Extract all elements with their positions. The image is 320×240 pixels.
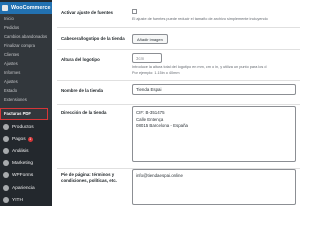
nombre-label: Nombre de la tienda bbox=[61, 88, 103, 93]
woocommerce-icon bbox=[2, 5, 8, 11]
pie-label-line-1: Pie de página: términos y bbox=[61, 172, 115, 177]
fuentes-description: El ajuste de fuentes puede reducir el ta… bbox=[132, 17, 268, 21]
altura-description-1: Introduce la altura total del logotipo e… bbox=[132, 65, 267, 69]
pie-label-line-2: condiciones, políticas, etc. bbox=[61, 178, 117, 183]
submenu-item-finalizar-compra[interactable]: Finalizar compra bbox=[4, 43, 35, 48]
pie-text: info@tiendaespai.online bbox=[136, 173, 183, 178]
divider bbox=[57, 27, 300, 28]
submenu-item-clientes[interactable]: Clientes bbox=[4, 52, 19, 57]
menu-label: WPForms bbox=[12, 172, 34, 178]
settings-content: Activar ajuste de fuentes El ajuste de f… bbox=[52, 0, 300, 206]
submenu-item-ajustes-1[interactable]: Ajustes bbox=[4, 61, 18, 66]
wpforms-icon bbox=[3, 172, 9, 178]
add-image-button[interactable]: Añadir imagen bbox=[132, 34, 168, 44]
direccion-line: 08015 Barcelona - España bbox=[136, 123, 188, 128]
sidebar-header-woocommerce[interactable]: WooCommerce bbox=[0, 2, 52, 14]
direccion-label: Dirección de la tienda bbox=[61, 110, 107, 115]
menu-item-pagos[interactable]: Pagos 1 bbox=[0, 133, 52, 145]
menu-item-analisis[interactable]: Análisis bbox=[0, 145, 52, 157]
logo-label: Cabecera/logotipo de la tienda bbox=[61, 36, 125, 41]
menu-item-marketing[interactable]: Marketing bbox=[0, 157, 52, 169]
submenu-item-carritos[interactable]: Cambios abandonados bbox=[4, 34, 47, 39]
menu-label: Marketing bbox=[12, 160, 34, 166]
submenu-item-inicio[interactable]: Inicio bbox=[4, 16, 14, 21]
altura-label: Altura del logotipo bbox=[61, 57, 100, 62]
pagos-icon bbox=[3, 136, 9, 142]
altura-input[interactable]: 3cm bbox=[132, 53, 162, 63]
woocommerce-submenu: Inicio Pedidos Cambios abandonados Final… bbox=[0, 14, 52, 120]
menu-item-wpforms[interactable]: WPForms bbox=[0, 169, 52, 181]
menu-label: Pagos bbox=[12, 136, 26, 142]
divider bbox=[57, 80, 300, 81]
highlight-box bbox=[0, 108, 48, 120]
fuentes-label: Activar ajuste de fuentes bbox=[61, 10, 113, 15]
analisis-icon bbox=[3, 148, 9, 154]
altura-description-2: Por ejemplo: 1.15in o 40mm bbox=[132, 71, 180, 75]
fuentes-checkbox[interactable] bbox=[132, 9, 137, 14]
admin-sidebar: WooCommerce Inicio Pedidos Cambios aband… bbox=[0, 0, 52, 206]
menu-label: YITH bbox=[12, 197, 23, 203]
notification-badge: 1 bbox=[27, 136, 33, 142]
submenu-item-pedidos[interactable]: Pedidos bbox=[4, 25, 19, 30]
sidebar-header-label: WooCommerce bbox=[11, 5, 51, 11]
nombre-input[interactable]: Tienda Espai bbox=[132, 84, 296, 95]
menu-item-apariencia[interactable]: Apariencia bbox=[0, 182, 52, 194]
apariencia-icon bbox=[3, 185, 9, 191]
productos-icon bbox=[3, 124, 9, 130]
menu-label: Apariencia bbox=[12, 185, 35, 191]
submenu-item-extensiones[interactable]: Extensiones bbox=[4, 97, 27, 102]
submenu-item-informes[interactable]: Informes bbox=[4, 70, 20, 75]
menu-label: Productos bbox=[12, 124, 34, 130]
divider bbox=[57, 49, 300, 50]
pie-textarea[interactable]: info@tiendaespai.online bbox=[132, 169, 296, 205]
divider bbox=[57, 104, 300, 105]
menu-label: Análisis bbox=[12, 148, 29, 154]
menu-item-productos[interactable]: Productos bbox=[0, 121, 52, 133]
marketing-icon bbox=[3, 160, 9, 166]
menu-item-yith[interactable]: YITH bbox=[0, 194, 52, 206]
direccion-textarea[interactable]: CIF: B-351475 Calle Entença 08015 Barcel… bbox=[132, 106, 296, 162]
submenu-item-estado[interactable]: Estado bbox=[4, 88, 17, 93]
yith-icon bbox=[3, 197, 9, 203]
submenu-item-ajustes-2[interactable]: Ajustes bbox=[4, 79, 18, 84]
